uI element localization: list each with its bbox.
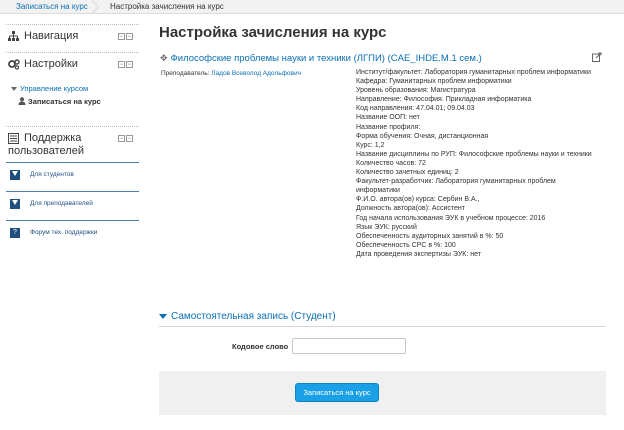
- breadcrumb-separator-inner: [91, 0, 98, 14]
- info-line: Количество зачетных единиц: 2: [356, 169, 459, 177]
- breadcrumb-current: Настройка зачисления на курс: [110, 2, 224, 11]
- enroll-button[interactable]: Записаться на курс: [295, 383, 379, 402]
- support-title-line2: пользователей: [8, 145, 84, 157]
- support-block: Поддержка пользователей − −: [6, 126, 139, 162]
- info-line: Название ООП: нет: [356, 114, 420, 122]
- course-name-link[interactable]: ✥ Философские проблемы науки и техники (Л…: [160, 53, 482, 64]
- support-item-teachers[interactable]: Для преподавателей: [6, 191, 139, 213]
- sidebar-item-course-admin[interactable]: Управление курсом: [11, 84, 88, 93]
- course-icon: ✥: [160, 53, 168, 63]
- course-name: Философские проблемы науки и техники (ЛГ…: [170, 53, 482, 64]
- self-enrol-section-toggle[interactable]: Самостоятельная запись (Студент): [159, 311, 336, 322]
- info-line: Ф.И.О. автора(ов) курса: Сербин В.А.,: [356, 196, 480, 204]
- dock-icon[interactable]: −: [118, 61, 125, 68]
- caret-down-icon: [159, 313, 167, 319]
- question-icon: ?: [10, 228, 20, 238]
- sidebar-item-enroll[interactable]: Записаться на курс: [18, 97, 101, 107]
- info-line: Уровень образования: Магистратура: [356, 87, 476, 95]
- settings-block-header: Настройки − −: [6, 52, 139, 74]
- course-info-list: Институт/факультет: Лаборатория гуманита…: [356, 68, 596, 259]
- info-line: Обеспеченность СРС в %: 100: [356, 241, 456, 249]
- settings-title: Настройки: [24, 58, 78, 70]
- teacher-row: Преподаватель: Ладов Всеволод Адольфович: [161, 70, 301, 77]
- info-line: Институт/факультет: Лаборатория гуманита…: [356, 69, 591, 76]
- info-line: Факультет-разработчик: Лаборатория гуман…: [356, 178, 556, 195]
- info-line: Дата проведения экспертизы ЭУК: нет: [356, 250, 482, 258]
- collapse-icon[interactable]: −: [126, 61, 133, 68]
- info-line: Обеспеченность аудиторных занятий в %: 5…: [356, 232, 504, 240]
- section-divider: [159, 326, 606, 327]
- info-line: Год начала использования ЭУК в учебном п…: [356, 214, 546, 222]
- edit-icon[interactable]: [592, 52, 602, 65]
- support-block-controls: − −: [117, 133, 135, 142]
- enroll-label: Записаться на курс: [28, 97, 101, 106]
- info-line: Количество часов: 72: [356, 159, 426, 167]
- info-line: Кафедра: Гуманитарных проблем информатик…: [356, 78, 512, 86]
- info-line: Название профиля:: [356, 123, 421, 131]
- settings-block: Настройки − −: [6, 52, 139, 74]
- info-line: Форма обучения: Очная, дистанционная: [356, 132, 489, 140]
- caret-down-icon: [11, 87, 17, 92]
- info-line: Должность автора(ов): Ассистент: [356, 205, 465, 213]
- gears-icon: [8, 59, 20, 71]
- navigation-block-controls: − −: [117, 31, 135, 40]
- page-title: Настройка зачисления на курс: [159, 24, 387, 41]
- breadcrumb-enroll-link[interactable]: Записаться на курс: [0, 0, 96, 14]
- info-line: Направление: Философия. Прикладная инфор…: [356, 96, 532, 104]
- info-line: Язык ЭУК: русский: [356, 223, 417, 231]
- keyword-label: Кодовое слово: [232, 342, 289, 351]
- user-icon: [18, 97, 26, 107]
- support-title-line1: Поддержка: [24, 132, 82, 144]
- settings-block-controls: − −: [117, 59, 135, 68]
- collapse-icon[interactable]: −: [126, 33, 133, 40]
- support-item-forum-label: Форум тех. поддержки: [30, 229, 98, 236]
- caret-down-icon: [10, 170, 20, 180]
- info-line: Код направления: 47.04.01; 09.04.03: [356, 105, 475, 113]
- form-actions: [159, 371, 606, 415]
- book-icon: [8, 133, 20, 145]
- teacher-link[interactable]: Ладов Всеволод Адольфович: [211, 70, 301, 77]
- caret-down-icon: [10, 199, 20, 209]
- support-item-forum[interactable]: ? Форум тех. поддержки: [6, 220, 139, 242]
- dock-icon[interactable]: −: [118, 33, 125, 40]
- support-item-students-label: Для студентов: [30, 171, 74, 178]
- support-item-teachers-label: Для преподавателей: [30, 200, 93, 207]
- keyword-input[interactable]: [292, 338, 406, 354]
- teacher-label: Преподаватель:: [161, 70, 210, 77]
- support-block-header: Поддержка пользователей − −: [6, 126, 139, 162]
- course-admin-label: Управление курсом: [20, 84, 89, 93]
- breadcrumb: Записаться на курс Настройка зачисления …: [0, 0, 624, 14]
- support-item-students[interactable]: Для студентов: [6, 162, 139, 184]
- collapse-icon[interactable]: −: [126, 135, 133, 142]
- self-enrol-title: Самостоятельная запись (Студент): [171, 311, 336, 322]
- info-line: Название дисциплины по РУП: Философские …: [356, 150, 592, 158]
- navigation-block-header: Навигация − −: [6, 24, 139, 46]
- info-line: Курс: 1,2: [356, 141, 385, 149]
- dock-icon[interactable]: −: [118, 135, 125, 142]
- sitemap-icon: [8, 31, 20, 43]
- navigation-block: Навигация − −: [6, 24, 139, 46]
- navigation-title: Навигация: [24, 30, 79, 42]
